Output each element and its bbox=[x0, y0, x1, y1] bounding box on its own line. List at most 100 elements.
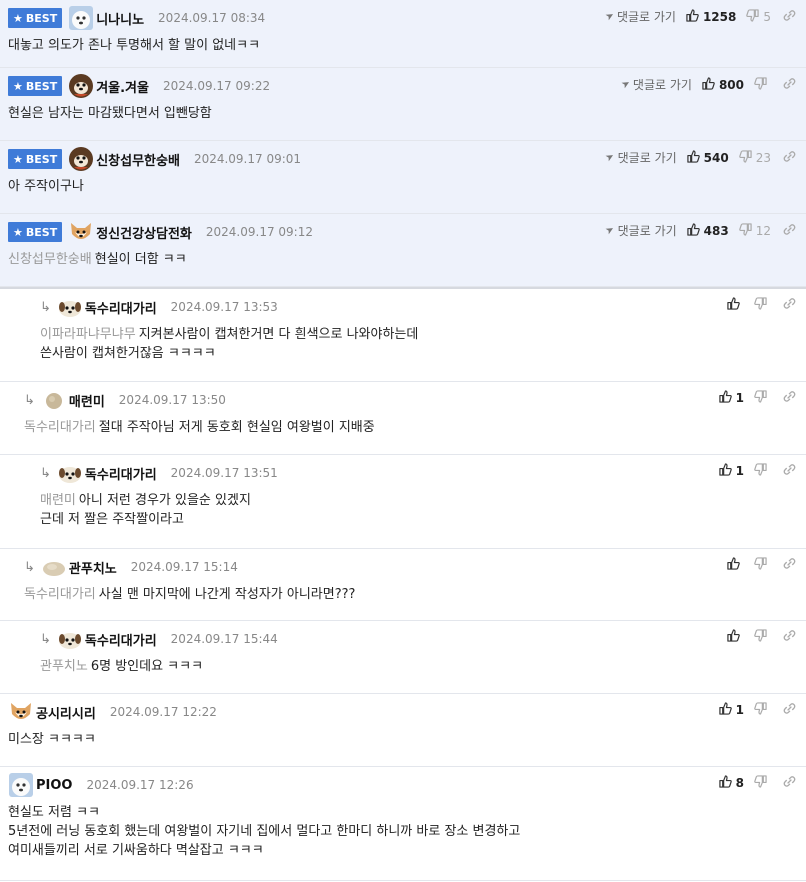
dislike-button[interactable] bbox=[754, 557, 771, 573]
dislike-button[interactable] bbox=[754, 463, 771, 479]
nickname[interactable]: 독수리대가리 bbox=[85, 298, 157, 317]
thumbs-down-icon bbox=[754, 629, 767, 645]
link-button[interactable] bbox=[783, 150, 796, 166]
like-button[interactable] bbox=[727, 629, 744, 645]
comment-text-line: 대놓고 의도가 존나 투명해서 할 말이 없네ㅋㅋ bbox=[8, 38, 261, 53]
comment-text-line: 현실도 저렴 ㅋㅋ bbox=[8, 805, 100, 820]
mention-link[interactable]: 신창섭무한숭배 bbox=[8, 252, 92, 267]
dislike-button[interactable]: 5 bbox=[746, 8, 771, 25]
like-button[interactable]: 483 bbox=[686, 222, 729, 239]
link-button[interactable] bbox=[783, 9, 796, 25]
mention-link[interactable]: 매련미 bbox=[40, 493, 76, 508]
star-icon: ★ bbox=[13, 79, 23, 93]
comment-text-line: 이파라파냐무냐무 지켜본사람이 캡쳐한거면 다 흰색으로 나와야하는데 bbox=[40, 327, 419, 342]
mention-link[interactable]: 독수리대가리 bbox=[24, 587, 96, 602]
comment-list: ★ BEST 니나니노 2024.09.17 08:34 ➤ 댓글로 가기 1258 5 대놓고… bbox=[0, 0, 806, 881]
dislike-button[interactable] bbox=[754, 629, 771, 645]
dislike-button[interactable]: 12 bbox=[738, 222, 771, 239]
mention-link[interactable]: 관푸치노 bbox=[40, 659, 88, 674]
avatar[interactable] bbox=[8, 699, 34, 725]
like-button[interactable]: 1 bbox=[718, 463, 744, 479]
timestamp: 2024.09.17 08:34 bbox=[158, 11, 266, 25]
link-button[interactable] bbox=[783, 77, 796, 93]
link-button[interactable] bbox=[783, 702, 796, 718]
nickname[interactable]: 독수리대가리 bbox=[85, 464, 157, 483]
best-comment: ★ BEST 신창섭무한숭배 2024.09.17 09:01 ➤ 댓글로 가기 540 23… bbox=[0, 141, 806, 214]
link-button[interactable] bbox=[783, 223, 796, 239]
best-comment: ★ BEST 정신건강상담전화 2024.09.17 09:12 ➤ 댓글로 가기 483 1… bbox=[0, 214, 806, 287]
nickname[interactable]: 겨울.겨울 bbox=[96, 77, 149, 96]
link-button[interactable] bbox=[783, 629, 796, 645]
reply-arrow-icon: ↳ bbox=[24, 559, 35, 575]
dislike-button[interactable] bbox=[754, 390, 771, 406]
like-count: 483 bbox=[703, 223, 729, 238]
goto-comment-link[interactable]: ➤ 댓글로 가기 bbox=[604, 149, 677, 166]
nickname[interactable]: 독수리대가리 bbox=[85, 630, 157, 649]
like-button[interactable]: 8 bbox=[718, 775, 744, 791]
nickname[interactable]: 매련미 bbox=[69, 391, 105, 410]
best-comment: ★ BEST 겨울.겨울 2024.09.17 09:22 ➤ 댓글로 가기 800 현실은 … bbox=[0, 68, 806, 141]
goto-comment-link[interactable]: ➤ 댓글로 가기 bbox=[604, 222, 677, 239]
avatar[interactable] bbox=[57, 460, 83, 486]
nickname[interactable]: 공시리시리 bbox=[36, 703, 96, 722]
send-icon: ➤ bbox=[619, 77, 633, 92]
link-button[interactable] bbox=[783, 775, 796, 791]
avatar[interactable] bbox=[57, 626, 83, 652]
like-button[interactable]: 540 bbox=[686, 149, 729, 166]
dislike-button[interactable] bbox=[754, 775, 771, 791]
comment-actions bbox=[727, 557, 796, 573]
comment: PIOO 2024.09.17 12:26 8 현실도 저렴 ㅋㅋ 5년전에 러닝 동호… bbox=[0, 767, 806, 881]
nickname[interactable]: 관푸치노 bbox=[69, 558, 117, 577]
avatar[interactable] bbox=[68, 5, 94, 31]
send-icon: ➤ bbox=[604, 223, 617, 238]
nickname[interactable]: 정신건강상담전화 bbox=[96, 223, 192, 242]
thumbs-down-icon bbox=[738, 222, 752, 239]
like-button[interactable]: 1 bbox=[718, 702, 744, 718]
avatar[interactable] bbox=[41, 387, 67, 413]
dislike-button[interactable] bbox=[754, 702, 771, 718]
timestamp: 2024.09.17 09:22 bbox=[162, 79, 271, 93]
link-icon bbox=[783, 776, 796, 791]
avatar[interactable] bbox=[41, 554, 67, 580]
best-badge: ★ BEST bbox=[8, 8, 63, 28]
thumbs-down-icon bbox=[754, 702, 767, 718]
goto-comment-link[interactable]: ➤ 댓글로 가기 bbox=[619, 76, 692, 93]
avatar[interactable] bbox=[57, 294, 83, 320]
mention-link[interactable]: 이파라파냐무냐무 bbox=[40, 327, 136, 342]
thumbs-up-icon bbox=[718, 775, 732, 791]
like-button[interactable]: 1 bbox=[718, 390, 744, 406]
dislike-button[interactable] bbox=[754, 76, 771, 93]
avatar[interactable] bbox=[8, 772, 34, 798]
like-button[interactable]: 1258 bbox=[686, 8, 737, 25]
like-count: 1258 bbox=[702, 9, 737, 24]
link-icon bbox=[783, 464, 796, 479]
star-icon: ★ bbox=[13, 225, 23, 239]
goto-comment-link[interactable]: ➤ 댓글로 가기 bbox=[603, 8, 676, 25]
dislike-count: 23 bbox=[755, 150, 771, 165]
nickname[interactable]: PIOO bbox=[36, 778, 72, 793]
like-button[interactable] bbox=[727, 297, 744, 313]
like-button[interactable]: 800 bbox=[702, 76, 744, 93]
comment-actions: 8 bbox=[718, 775, 796, 791]
avatar[interactable] bbox=[68, 146, 94, 172]
dislike-button[interactable] bbox=[754, 297, 771, 313]
thumbs-down-icon bbox=[746, 8, 760, 25]
link-button[interactable] bbox=[783, 557, 796, 573]
link-button[interactable] bbox=[783, 390, 796, 406]
like-button[interactable] bbox=[727, 557, 744, 573]
comment-actions: 1 bbox=[718, 702, 796, 718]
comment-actions bbox=[727, 629, 796, 645]
nickname[interactable]: 니나니노 bbox=[96, 9, 144, 28]
dislike-button[interactable]: 23 bbox=[738, 149, 771, 166]
comment-text-line: 신창섭무한숭배 현실이 더함 ㅋㅋ bbox=[8, 252, 187, 267]
nickname[interactable]: 신창섭무한숭배 bbox=[96, 150, 180, 169]
link-button[interactable] bbox=[783, 297, 796, 313]
link-button[interactable] bbox=[783, 463, 796, 479]
comment-text-line: 아 주작이구나 bbox=[8, 179, 84, 194]
comment-text-line: 쓴사람이 캡쳐한거잖음 ㅋㅋㅋㅋ bbox=[40, 346, 216, 361]
timestamp: 2024.09.17 13:51 bbox=[170, 466, 278, 480]
avatar[interactable] bbox=[68, 73, 94, 99]
avatar[interactable] bbox=[68, 219, 94, 245]
mention-link[interactable]: 독수리대가리 bbox=[24, 420, 96, 435]
like-count: 800 bbox=[718, 77, 744, 92]
